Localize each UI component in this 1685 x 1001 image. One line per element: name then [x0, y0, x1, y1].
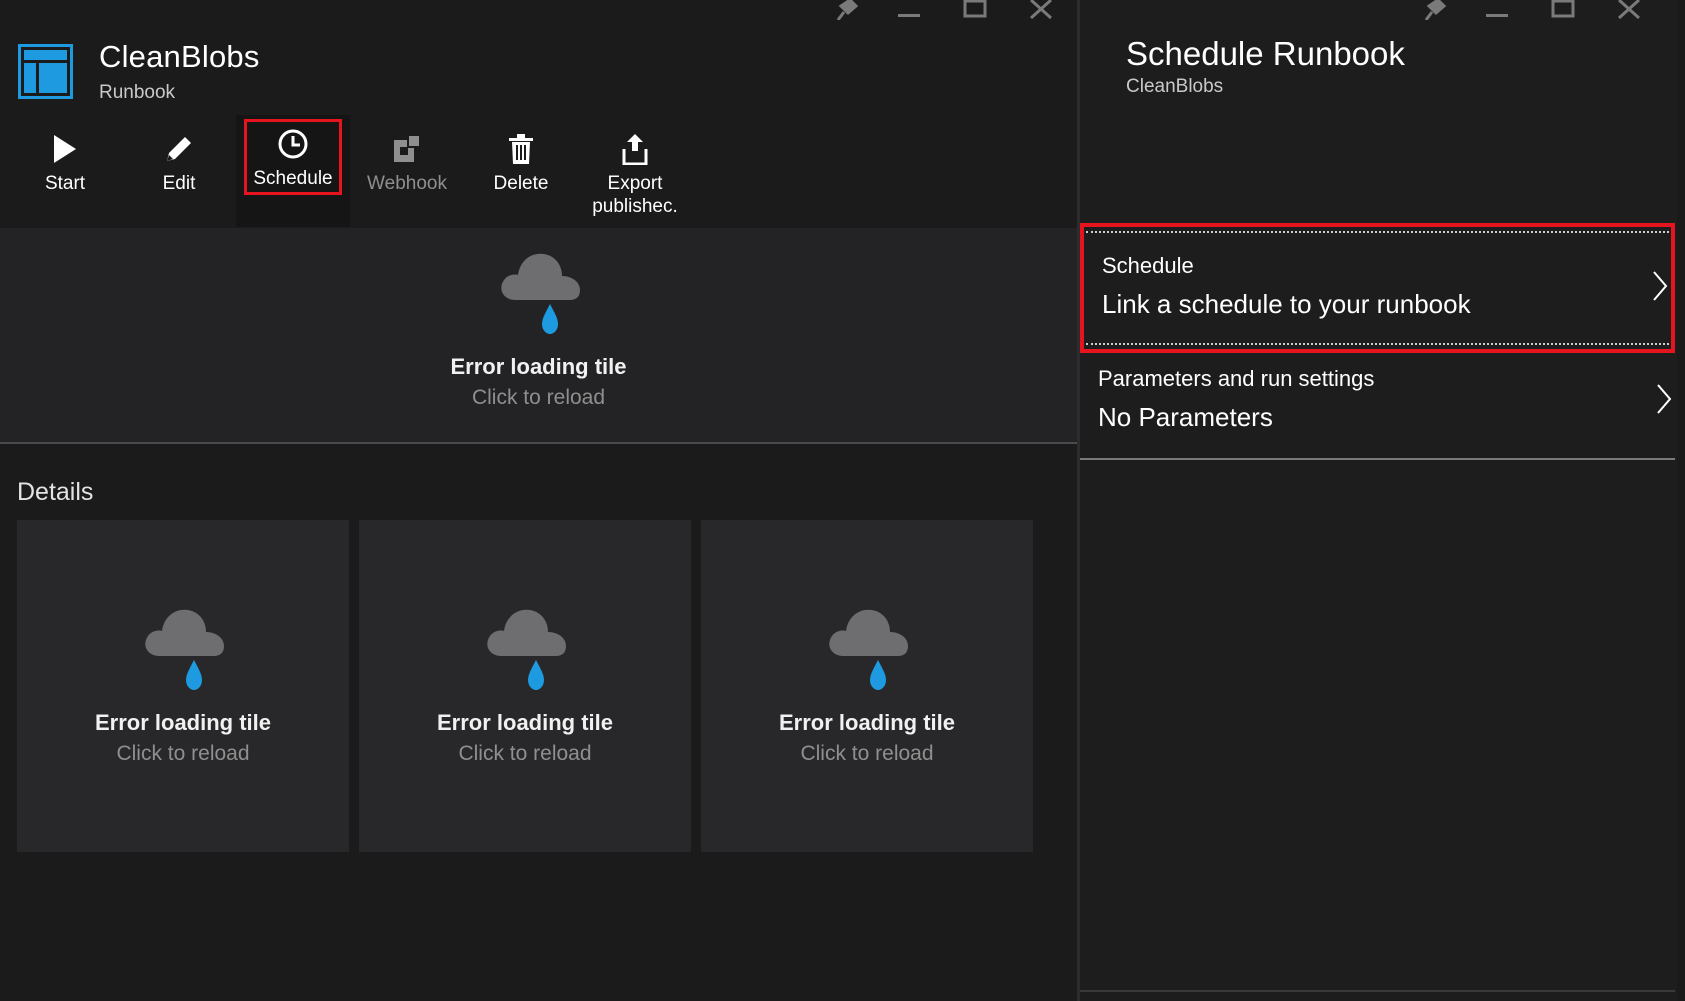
error-tile[interactable]: Error loading tile Click to reload	[0, 228, 1077, 444]
error-tile[interactable]: Error loading tile Click to reload	[17, 520, 349, 852]
details-heading: Details	[17, 478, 94, 506]
delete-button[interactable]: Delete	[464, 115, 578, 227]
error-title: Error loading tile	[436, 710, 614, 735]
runbook-icon	[18, 44, 73, 99]
webhook-button[interactable]: Webhook	[350, 115, 464, 227]
schedule-row[interactable]: Schedule Link a schedule to your runbook	[1080, 223, 1675, 353]
cloud-rain-icon	[487, 609, 566, 690]
edit-button[interactable]: Edit	[122, 115, 236, 227]
blade-subtitle: CleanBlobs	[1126, 76, 1224, 97]
reload-link[interactable]: Click to reload	[458, 742, 591, 766]
chevron-right-icon	[1657, 384, 1672, 414]
row-value: No Parameters	[1098, 402, 1273, 432]
minimize-icon[interactable]	[1464, 0, 1530, 22]
close-icon[interactable]	[1008, 0, 1074, 22]
blade-title: CleanBlobs	[99, 39, 260, 74]
error-tile[interactable]: Error loading tile Click to reload	[701, 520, 1033, 852]
row-label: Schedule	[1102, 253, 1194, 278]
row-value: Link a schedule to your runbook	[1102, 289, 1471, 319]
close-icon[interactable]	[1596, 0, 1662, 22]
parameters-row[interactable]: Parameters and run settings No Parameter…	[1080, 358, 1675, 460]
clock-icon	[278, 129, 308, 159]
focus-outline	[1086, 231, 1669, 233]
row-label: Parameters and run settings	[1098, 366, 1375, 391]
play-icon	[54, 135, 76, 163]
cloud-rain-icon	[500, 253, 580, 334]
reload-link[interactable]: Click to reload	[116, 742, 249, 766]
maximize-icon[interactable]	[942, 0, 1008, 22]
trash-icon	[509, 134, 533, 164]
export-published-button[interactable]: Export publishec.	[578, 115, 692, 227]
reload-link[interactable]: Click to reload	[472, 386, 605, 410]
pin-icon[interactable]	[810, 0, 876, 22]
scrollbar[interactable]	[1677, 0, 1685, 1001]
runbook-blade: CleanBlobs Runbook Start Edit Schedule W…	[0, 0, 1077, 1001]
cloud-rain-icon	[145, 609, 224, 690]
command-bar: Start Edit Schedule Webhook Delete Expor…	[8, 115, 692, 227]
schedule-runbook-blade: Schedule Runbook CleanBlobs Schedule Lin…	[1080, 0, 1685, 1001]
blade-header: CleanBlobs Runbook	[18, 38, 260, 106]
chevron-right-icon	[1653, 271, 1668, 301]
error-title: Error loading tile	[778, 710, 956, 735]
blade-subtitle: Runbook	[99, 82, 176, 103]
schedule-button[interactable]: Schedule	[236, 115, 350, 227]
start-button[interactable]: Start	[8, 115, 122, 227]
window-controls	[1398, 0, 1662, 22]
divider	[1080, 990, 1675, 992]
error-title: Error loading tile	[450, 354, 627, 379]
blade-title: Schedule Runbook	[1126, 35, 1405, 72]
export-icon	[622, 134, 648, 165]
minimize-icon[interactable]	[876, 0, 942, 22]
details-tiles: Error loading tile Click to reload Error…	[17, 520, 1043, 852]
maximize-icon[interactable]	[1530, 0, 1596, 22]
window-controls	[810, 0, 1074, 22]
error-tile[interactable]: Error loading tile Click to reload	[359, 520, 691, 852]
webhook-icon	[394, 134, 421, 162]
focus-outline	[1086, 343, 1669, 345]
error-title: Error loading tile	[94, 710, 272, 735]
cloud-rain-icon	[829, 609, 908, 690]
pin-icon[interactable]	[1398, 0, 1464, 22]
pencil-icon	[167, 137, 191, 161]
reload-link[interactable]: Click to reload	[800, 742, 933, 766]
